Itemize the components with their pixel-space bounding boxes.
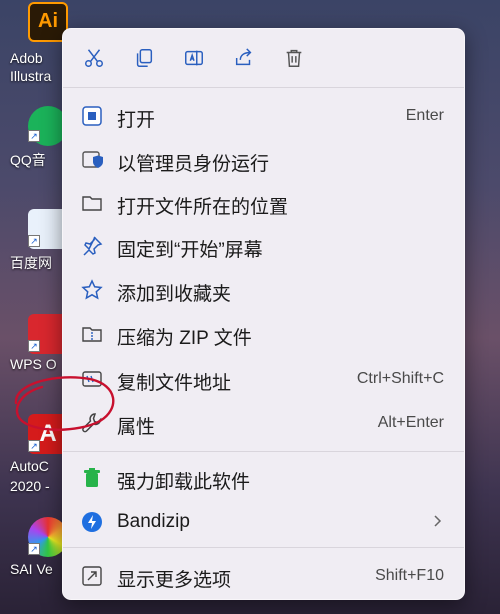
menu-item-open[interactable]: 打开 Enter: [63, 95, 464, 135]
menu-item-force-uninstall[interactable]: 强力卸载此软件: [63, 457, 464, 497]
copy-icon: [136, 49, 153, 67]
zip-folder-icon: [81, 323, 103, 345]
menu-item-properties[interactable]: 属性 Alt+Enter: [63, 402, 464, 442]
delete-button[interactable]: [281, 45, 307, 71]
context-menu: 打开 Enter 以管理员身份运行 打开文件所在的位置 固定到“开始”屏幕 添加…: [62, 28, 465, 600]
desktop-icon-label: QQ音: [10, 152, 46, 168]
menu-item-label: 打开文件所在的位置: [117, 197, 289, 218]
share-button[interactable]: [231, 45, 257, 71]
wrench-icon: [81, 412, 103, 434]
menu-item-bandizip[interactable]: Bandizip: [63, 501, 464, 541]
menu-item-label: 以管理员身份运行: [117, 154, 270, 175]
scissors-icon: [85, 49, 103, 67]
shortcut-arrow-icon: ↗: [28, 340, 40, 352]
share-icon: [235, 48, 252, 66]
menu-item-add-to-favorites[interactable]: 添加到收藏夹: [63, 269, 464, 309]
desktop-icon-illustrator[interactable]: Ai Adob Illustra: [0, 0, 70, 90]
menu-item-label: 固定到“开始”屏幕: [117, 240, 263, 261]
chevron-right-icon: [434, 515, 442, 527]
green-trash-icon: [81, 467, 103, 489]
copy-button[interactable]: [131, 45, 157, 71]
menu-item-shortcut: Enter: [405, 107, 444, 124]
menu-item-label: 属性: [117, 417, 156, 438]
toolbar-divider: [63, 87, 464, 88]
menu-item-shortcut: Alt+Enter: [377, 414, 444, 431]
desktop-icon-label: SAI Ve: [10, 561, 53, 577]
bandizip-icon: [81, 511, 103, 533]
desktop-icon-qq-music[interactable]: ↗ QQ音: [0, 100, 70, 170]
menu-item-shortcut: Shift+F10: [375, 567, 444, 584]
open-app-icon: [81, 105, 103, 127]
desktop-icon-label-line2: 2020 -: [10, 478, 50, 494]
star-icon: [81, 279, 103, 301]
copy-path-icon: [81, 368, 103, 390]
menu-item-label: 显示更多选项: [117, 570, 232, 591]
shortcut-arrow-icon: ↗: [28, 130, 40, 142]
desktop-icon-label: 百度网: [10, 255, 52, 271]
menu-item-run-as-admin[interactable]: 以管理员身份运行: [63, 139, 464, 179]
pin-icon: [81, 235, 103, 257]
folder-icon: [81, 192, 103, 214]
more-options-icon: [81, 565, 103, 587]
desktop-icon-label-line2: Illustra: [10, 68, 52, 84]
menu-item-open-file-location[interactable]: 打开文件所在的位置: [63, 182, 464, 222]
menu-item-label: 复制文件地址: [117, 373, 232, 394]
menu-item-copy-path[interactable]: 复制文件地址 Ctrl+Shift+C: [63, 358, 464, 398]
context-menu-toolbar: [63, 29, 464, 87]
menu-divider: [63, 547, 464, 548]
menu-item-label: 打开: [117, 110, 156, 131]
menu-item-label: 强力卸载此软件: [117, 472, 251, 493]
desktop-icon-sai[interactable]: ↗ SAI Ve: [0, 515, 70, 585]
shield-icon: [81, 149, 103, 171]
cut-button[interactable]: [81, 45, 107, 71]
shortcut-arrow-icon: ↗: [28, 440, 40, 452]
menu-item-compress-zip[interactable]: 压缩为 ZIP 文件: [63, 313, 464, 353]
desktop-icon-wps[interactable]: ↗ WPS O: [0, 310, 70, 380]
desktop-icon-label: Adob: [10, 50, 43, 66]
desktop-icon-label: AutoC: [10, 458, 49, 474]
menu-divider: [63, 451, 464, 452]
rename-button[interactable]: [181, 45, 207, 71]
menu-item-pin-to-start[interactable]: 固定到“开始”屏幕: [63, 225, 464, 265]
menu-item-label: Bandizip: [117, 511, 190, 532]
desktop-icon-autocad[interactable]: A ↗ AutoC 2020 -: [0, 410, 70, 500]
shortcut-arrow-icon: ↗: [28, 235, 40, 247]
desktop-icon-label: WPS O: [10, 356, 57, 372]
rename-icon: [185, 50, 203, 66]
desktop-icon-strip: Ai Adob Illustra ↗ QQ音 ↗ 百度网 ↗ WPS O A ↗…: [0, 0, 70, 614]
menu-item-show-more-options[interactable]: 显示更多选项 Shift+F10: [63, 555, 464, 595]
menu-item-shortcut: Ctrl+Shift+C: [356, 370, 444, 387]
trash-icon: [286, 49, 302, 67]
menu-item-label: 添加到收藏夹: [117, 284, 232, 305]
shortcut-arrow-icon: ↗: [28, 543, 40, 555]
menu-item-label: 压缩为 ZIP 文件: [117, 328, 252, 349]
desktop-icon-baidu-netdisk[interactable]: ↗ 百度网: [0, 205, 70, 275]
